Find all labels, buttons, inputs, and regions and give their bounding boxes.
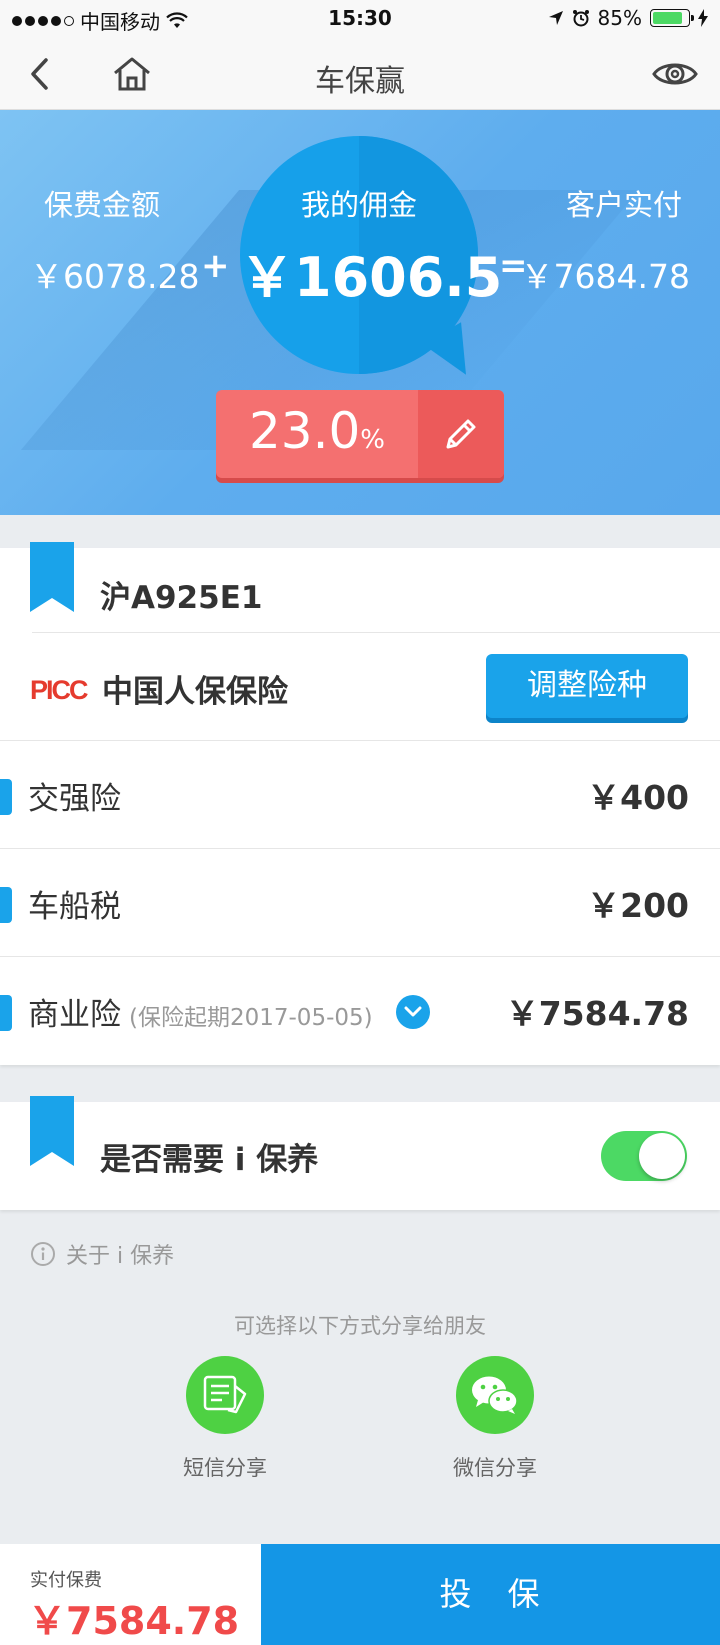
eye-icon (652, 63, 698, 85)
sms-share-button[interactable]: 短信分享 (150, 1356, 300, 1482)
insurance-price: ￥200 (587, 886, 689, 925)
location-arrow-icon (548, 11, 563, 25)
chevron-down-icon (404, 1006, 422, 1017)
insurance-row: 交强险 ￥400 (0, 741, 720, 847)
insurer-name: 中国人保保险 (102, 674, 288, 710)
insurance-price: ￥400 (587, 778, 689, 817)
picc-logo: PICC (30, 676, 90, 702)
plus-sign: + (201, 246, 230, 286)
total-payment: 实付保费 ￥7584.78 (0, 1544, 261, 1645)
insurance-card: 沪A925E1 PICC 中国人保保险 调整险种 交强险 ￥400 车船税 ￥2… (0, 542, 720, 1065)
pencil-icon (446, 419, 476, 449)
svg-text:PICC: PICC (30, 676, 88, 702)
battery-percent: 85% (597, 6, 642, 30)
commission-rate[interactable]: 23.0% (216, 402, 418, 460)
commission-value: ￥1606.5 (240, 246, 503, 309)
about-maintenance-link[interactable]: 关于 i 保养 (30, 1238, 174, 1270)
edit-rate-button[interactable] (418, 390, 504, 478)
bookmark-icon (30, 1096, 74, 1166)
insurance-row: 车船税 ￥200 (0, 849, 720, 955)
customer-pay-value: ￥7684.78 (520, 257, 690, 296)
wechat-icon (472, 1376, 518, 1414)
insurance-label: 交强险 (28, 781, 121, 817)
insurance-price: ￥7584.78 (505, 994, 689, 1033)
premium-value: ￥6078.28 (30, 257, 200, 296)
sms-share-label: 短信分享 (183, 1456, 267, 1480)
maintenance-toggle[interactable] (601, 1131, 687, 1181)
maintenance-card: 是否需要 i 保养 (0, 1096, 720, 1210)
info-icon (31, 1242, 55, 1266)
nav-bar: 车保赢 (0, 38, 720, 110)
total-payment-value: ￥7584.78 (28, 1599, 240, 1643)
adjust-coverage-button[interactable]: 调整险种 (486, 654, 688, 718)
commission-summary: 保费金额 ￥6078.28 + 我的佣金 ￥1606.5 = 客户实付 ￥768… (0, 110, 720, 515)
status-bar: 中国移动 15:30 85% (0, 0, 720, 38)
maintenance-label: 是否需要 i 保养 (100, 1142, 319, 1178)
insurer: PICC 中国人保保险 (30, 666, 288, 711)
bookmark-icon (30, 542, 74, 612)
sms-icon (203, 1375, 247, 1414)
customer-pay-label: 客户实付 (566, 188, 683, 222)
expand-button[interactable] (396, 995, 430, 1029)
submit-insurance-button[interactable]: 投 保 (261, 1544, 720, 1645)
charging-icon (698, 9, 708, 27)
insurance-label: 车船税 (28, 889, 121, 925)
wechat-share-button[interactable]: 微信分享 (420, 1356, 570, 1482)
about-label: 关于 i 保养 (66, 1244, 175, 1269)
alarm-icon (572, 10, 589, 27)
visibility-toggle-button[interactable] (650, 54, 700, 94)
premium-label: 保费金额 (44, 188, 161, 222)
commission-rate-box: 23.0% (216, 390, 504, 478)
status-right: 85% (548, 6, 708, 30)
share-hint: 可选择以下方式分享给朋友 (234, 1314, 486, 1338)
battery-icon (650, 9, 694, 27)
wechat-share-label: 微信分享 (453, 1456, 537, 1480)
total-payment-label: 实付保费 (30, 1570, 102, 1591)
insurance-row-commercial[interactable]: 商业险 (保险起期2017-05-05) ￥7584.78 (0, 957, 720, 1063)
insurance-start-date: (保险起期2017-05-05) (129, 1005, 373, 1031)
page-title: 车保赢 (315, 64, 405, 99)
commission-label: 我的佣金 (300, 188, 417, 222)
divider (32, 632, 720, 633)
insurance-label: 商业险 (保险起期2017-05-05) (28, 997, 373, 1033)
license-plate: 沪A925E1 (100, 580, 263, 616)
